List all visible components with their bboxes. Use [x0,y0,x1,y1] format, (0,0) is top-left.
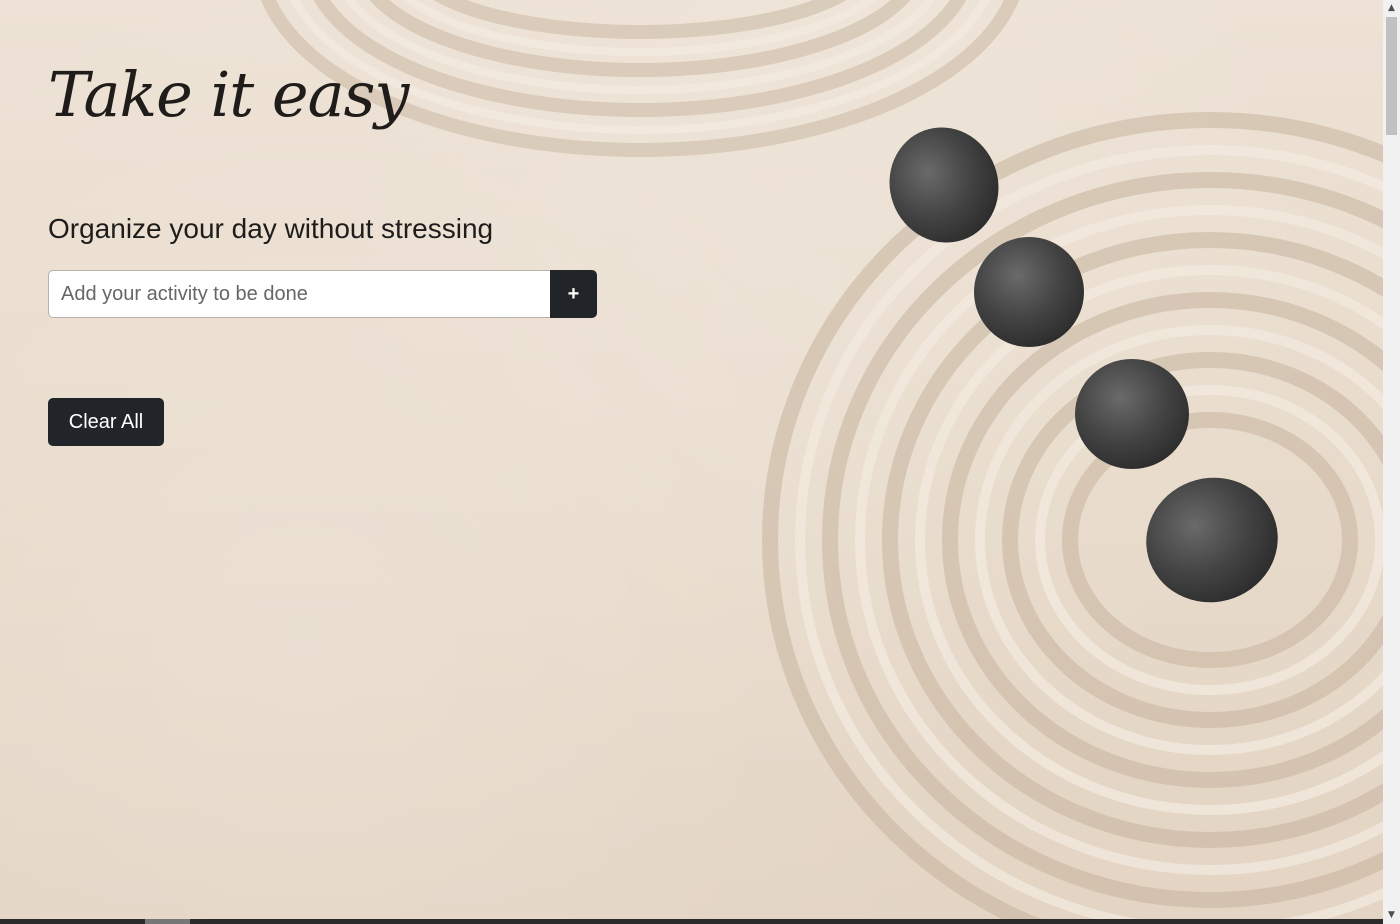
scroll-thumb[interactable] [1386,17,1397,135]
scroll-down-icon[interactable]: ▼ [1383,907,1400,924]
activity-input[interactable] [48,270,550,318]
add-activity-button[interactable]: + [550,270,597,318]
add-activity-form: + [48,270,597,318]
clear-all-button[interactable]: Clear All [48,398,164,446]
page-subtitle: Organize your day without stressing [48,213,494,244]
vertical-scrollbar[interactable]: ▲ ▼ [1383,0,1400,924]
horizontal-scrollbar[interactable] [0,919,1383,924]
scroll-up-icon[interactable]: ▲ [1383,0,1400,17]
page-viewport: Take it easy Organize your day without s… [0,0,1383,924]
page-title: Take it easy [48,58,409,131]
zen-sand-stones-image [261,0,1383,924]
horizontal-scroll-thumb[interactable] [145,919,190,924]
